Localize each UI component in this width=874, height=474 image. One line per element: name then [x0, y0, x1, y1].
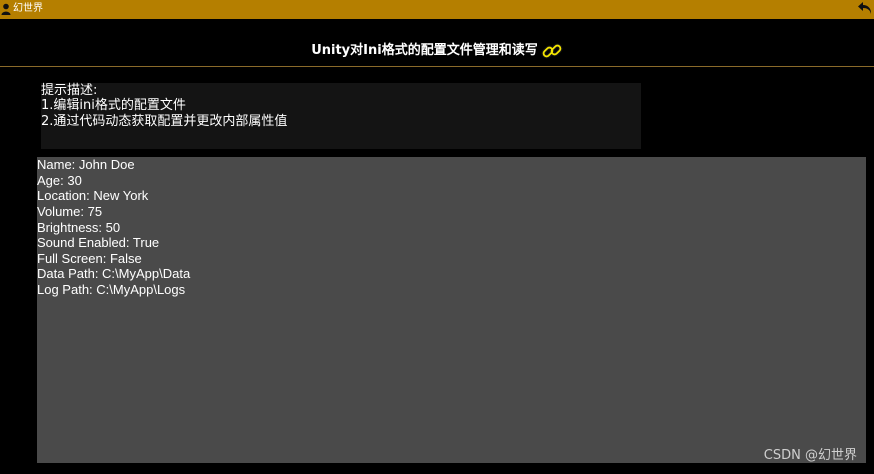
config-field-location: Location: New York [37, 188, 149, 203]
hint-item: 2.通过代码动态获取配置并更改内部属性值 [41, 114, 288, 129]
config-output-panel: Name: John Doe Age: 30 Location: New Yor… [37, 157, 866, 463]
hint-item: 1.编辑ini格式的配置文件 [41, 98, 186, 113]
page-header: Unity对Ini格式的配置文件管理和读写 [0, 38, 874, 66]
config-field-age: Age: 30 [37, 173, 82, 188]
link-chain-icon [541, 43, 563, 59]
config-field-sound-enabled: Sound Enabled: True [37, 235, 160, 250]
config-field-full-screen: Full Screen: False [37, 251, 142, 266]
top-bar: 幻世界 [0, 0, 874, 19]
hint-heading: 提示描述: [41, 83, 98, 98]
config-field-data-path: Data Path: C:\MyApp\Data [37, 266, 191, 281]
hint-panel: 提示描述: 1.编辑ini格式的配置文件 2.通过代码动态获取配置并更改内部属性… [41, 83, 641, 149]
config-field-name: Name: John Doe [37, 157, 135, 172]
page-title: Unity对Ini格式的配置文件管理和读写 [311, 43, 538, 58]
header-divider [0, 66, 874, 67]
undo-arrow-icon[interactable] [857, 0, 873, 17]
user-icon [1, 3, 11, 15]
config-field-volume: Volume: 75 [37, 204, 103, 219]
app-brand: 幻世界 [13, 3, 43, 14]
config-field-brightness: Brightness: 50 [37, 220, 121, 235]
config-field-log-path: Log Path: C:\MyApp\Logs [37, 282, 186, 297]
watermark: CSDN @幻世界 [763, 448, 857, 463]
